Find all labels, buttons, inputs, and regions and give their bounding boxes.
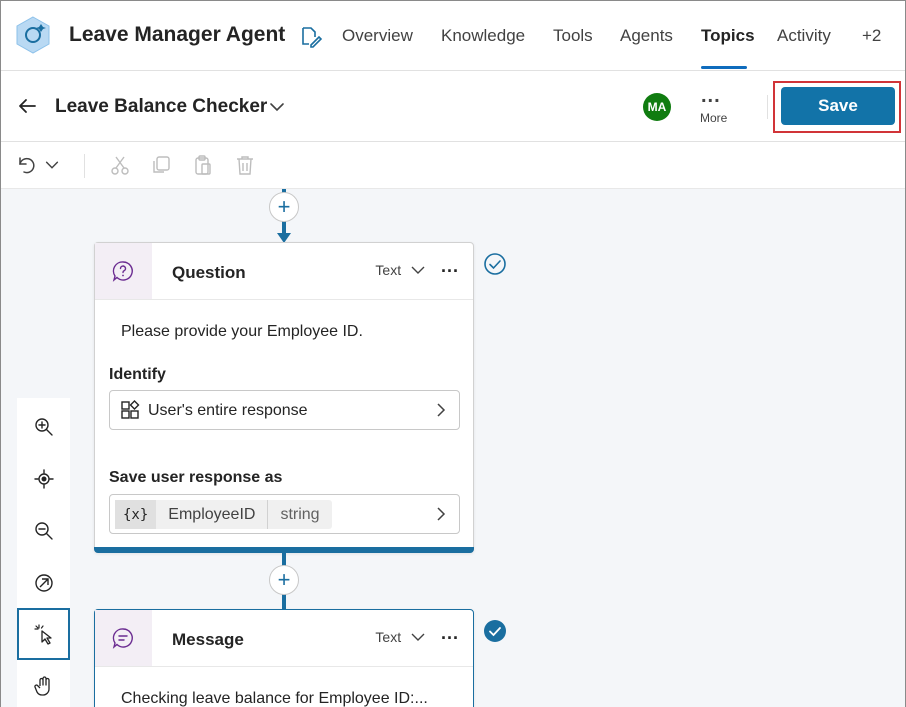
agent-name: Leave Manager Agent: [69, 23, 286, 46]
more-label[interactable]: More: [700, 111, 727, 125]
zoom-in-button[interactable]: [17, 401, 70, 453]
message-node[interactable]: Message Text ... Checking leave balance …: [94, 609, 474, 707]
cut-icon[interactable]: [109, 154, 131, 176]
back-arrow-icon[interactable]: [15, 94, 39, 118]
question-node[interactable]: Question Text ... Please provide your Em…: [94, 242, 474, 553]
chevron-down-icon: [411, 266, 425, 274]
more-icon[interactable]: ...: [701, 85, 721, 108]
node-menu-icon[interactable]: ...: [441, 256, 459, 277]
message-text[interactable]: Checking leave balance for Employee ID:.…: [121, 690, 428, 707]
tab-agents[interactable]: Agents: [620, 26, 673, 46]
identify-selector[interactable]: User's entire response: [109, 390, 460, 430]
pan-mode-button[interactable]: [17, 660, 70, 707]
copy-icon[interactable]: [150, 154, 172, 176]
tab-activity[interactable]: Activity: [777, 26, 831, 46]
active-tab-indicator: [701, 66, 747, 69]
save-button[interactable]: Save: [781, 87, 895, 125]
entity-icon: [121, 400, 140, 419]
variable-type: string: [280, 505, 320, 523]
variable-chip: {x} EmployeeID string: [115, 500, 332, 529]
authoring-canvas[interactable]: + Question Text ... Please provide your …: [1, 189, 905, 707]
minimap-button[interactable]: [17, 557, 70, 609]
select-mode-button[interactable]: [17, 608, 70, 660]
node-title: Question: [172, 263, 246, 282]
add-node-button[interactable]: +: [269, 565, 299, 595]
undo-icon[interactable]: [15, 154, 37, 176]
save-response-label: Save user response as: [109, 469, 283, 486]
node-title: Message: [172, 630, 244, 649]
node-type-dropdown[interactable]: Text: [375, 629, 425, 645]
avatar[interactable]: MA: [643, 93, 671, 121]
divider: [767, 95, 768, 119]
tab-topics[interactable]: Topics: [701, 26, 755, 46]
zoom-out-icon: [34, 522, 53, 540]
node-header: Message Text ...: [95, 610, 473, 667]
tab-knowledge[interactable]: Knowledge: [441, 26, 525, 46]
copilot-agent-icon: [16, 16, 50, 54]
canvas-controls: [17, 398, 70, 707]
chevron-right-icon: [437, 507, 446, 521]
recenter-icon: [33, 469, 54, 489]
zoom-out-button[interactable]: [17, 505, 70, 557]
question-icon-box: [95, 243, 152, 299]
paste-icon[interactable]: [192, 154, 214, 176]
check-circle-filled-icon: [484, 620, 506, 642]
node-menu-icon[interactable]: ...: [441, 623, 459, 644]
message-icon-box: [95, 610, 152, 666]
tab-more-overflow[interactable]: +2: [862, 26, 881, 46]
variable-name: EmployeeID: [156, 500, 269, 529]
chevron-down-icon: [411, 633, 425, 641]
divider: [84, 154, 85, 178]
chevron-down-icon[interactable]: [267, 97, 287, 117]
minimap-icon: [34, 574, 53, 592]
message-icon: [112, 628, 133, 649]
chevron-down-icon[interactable]: [43, 156, 61, 174]
node-type-label: Text: [375, 262, 402, 278]
tab-overview[interactable]: Overview: [342, 26, 413, 46]
recenter-button[interactable]: [17, 453, 70, 505]
tab-tools[interactable]: Tools: [553, 26, 593, 46]
question-icon: [112, 261, 133, 282]
topic-header-bar: Leave Balance Checker MA ... More Save: [1, 71, 905, 142]
chevron-right-icon: [437, 403, 446, 417]
variable-selector[interactable]: {x} EmployeeID string: [109, 494, 460, 534]
delete-icon[interactable]: [234, 154, 256, 176]
node-type-dropdown[interactable]: Text: [375, 262, 425, 278]
question-prompt-text[interactable]: Please provide your Employee ID.: [121, 323, 363, 341]
node-type-label: Text: [375, 629, 402, 645]
zoom-in-icon: [34, 418, 53, 436]
node-header: Question Text ...: [95, 243, 473, 300]
edit-agent-icon[interactable]: [299, 25, 323, 49]
top-nav-bar: Leave Manager Agent Overview Knowledge T…: [1, 1, 905, 71]
topic-name[interactable]: Leave Balance Checker: [55, 96, 267, 118]
identify-label: Identify: [109, 366, 166, 383]
add-node-button[interactable]: +: [269, 192, 299, 222]
variable-icon: {x}: [115, 500, 157, 529]
identify-value: User's entire response: [148, 402, 308, 419]
select-cursor-icon: [33, 624, 52, 645]
pan-hand-icon: [33, 676, 50, 696]
check-circle-icon: [484, 253, 506, 275]
edit-toolbar: [1, 142, 905, 189]
